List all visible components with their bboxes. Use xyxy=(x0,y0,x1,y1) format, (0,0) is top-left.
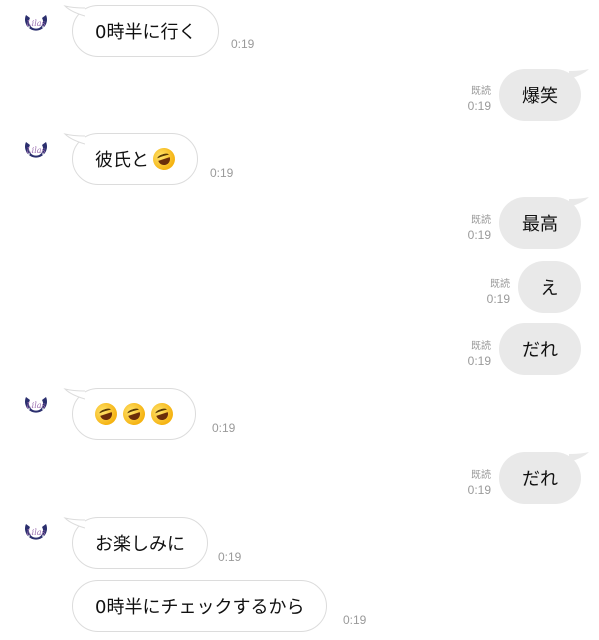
read-label: 既読 xyxy=(471,341,491,352)
rolling-on-floor-laughing-emoji-icon xyxy=(120,400,148,428)
message-time: 0:19 xyxy=(467,99,491,113)
message-time: 0:19 xyxy=(486,292,510,306)
read-receipt: 既読 0:19 xyxy=(451,340,491,368)
message-bubble[interactable]: え xyxy=(518,261,581,313)
rolling-on-floor-laughing-emoji-icon xyxy=(150,145,178,173)
horseshoe-logo-icon: Lilas xyxy=(25,524,47,544)
message-bubble[interactable]: お楽しみに xyxy=(63,517,208,569)
message-bubble[interactable]: だれ xyxy=(499,452,589,504)
message-text: お楽しみに xyxy=(95,534,185,555)
avatar[interactable]: Lilas xyxy=(18,6,54,42)
rolling-on-floor-laughing-emoji-icon xyxy=(92,400,120,428)
message-bubble[interactable]: 0時半にチェックするから xyxy=(72,580,328,632)
message-text: 彼氏と xyxy=(95,150,149,171)
message-text: 最高 xyxy=(522,214,558,235)
message-time: 0:19 xyxy=(210,166,234,180)
read-label: 既読 xyxy=(471,215,491,226)
avatar[interactable]: Lilas xyxy=(18,515,54,551)
message-bubble[interactable] xyxy=(63,388,196,440)
message-bubble[interactable]: 彼氏と xyxy=(63,133,198,185)
message-time: 0:19 xyxy=(467,354,491,368)
message-bubble[interactable]: 0時半に行く xyxy=(63,5,220,57)
svg-text:Lilas: Lilas xyxy=(25,19,45,28)
read-receipt: 既読 0:19 xyxy=(451,85,491,113)
message-text: 0時半に行く xyxy=(95,22,197,43)
read-receipt: 既読 0:19 xyxy=(451,469,491,497)
message-bubble[interactable]: 最高 xyxy=(499,197,589,249)
rolling-on-floor-laughing-emoji-icon xyxy=(148,400,176,428)
read-label: 既読 xyxy=(471,470,491,481)
message-bubble[interactable]: 爆笑 xyxy=(499,69,589,121)
message-time: 0:19 xyxy=(343,613,367,627)
read-label: 既読 xyxy=(490,279,510,290)
read-label: 既読 xyxy=(471,86,491,97)
read-receipt: 既読 0:19 xyxy=(470,278,510,306)
bubble-tail-icon xyxy=(63,5,85,17)
read-receipt: 既読 0:19 xyxy=(451,214,491,242)
bubble-tail-icon xyxy=(63,133,85,145)
message-time: 0:19 xyxy=(467,228,491,242)
message-text: だれ xyxy=(522,469,558,490)
avatar[interactable]: Lilas xyxy=(18,133,54,169)
bubble-tail-icon xyxy=(63,388,85,400)
message-text: だれ xyxy=(522,340,558,361)
message-time: 0:19 xyxy=(467,483,491,497)
message-time: 0:19 xyxy=(212,421,236,435)
horseshoe-logo-icon: Lilas xyxy=(25,397,47,417)
svg-text:Lilas: Lilas xyxy=(25,528,45,537)
message-text: 0時半にチェックするから xyxy=(95,597,305,618)
avatar[interactable]: Lilas xyxy=(18,388,54,424)
message-bubble[interactable]: だれ xyxy=(499,323,581,375)
svg-text:Lilas: Lilas xyxy=(25,146,45,155)
svg-text:Lilas: Lilas xyxy=(25,401,45,410)
message-text: え xyxy=(540,278,559,299)
horseshoe-logo-icon: Lilas xyxy=(25,142,47,162)
message-time: 0:19 xyxy=(218,550,242,564)
bubble-tail-icon xyxy=(569,197,589,207)
bubble-tail-icon xyxy=(569,452,589,462)
message-text: 爆笑 xyxy=(522,86,558,107)
message-time: 0:19 xyxy=(231,37,255,51)
horseshoe-logo-icon: Lilas xyxy=(25,15,47,35)
bubble-tail-icon xyxy=(63,517,85,529)
bubble-tail-icon xyxy=(569,69,589,79)
